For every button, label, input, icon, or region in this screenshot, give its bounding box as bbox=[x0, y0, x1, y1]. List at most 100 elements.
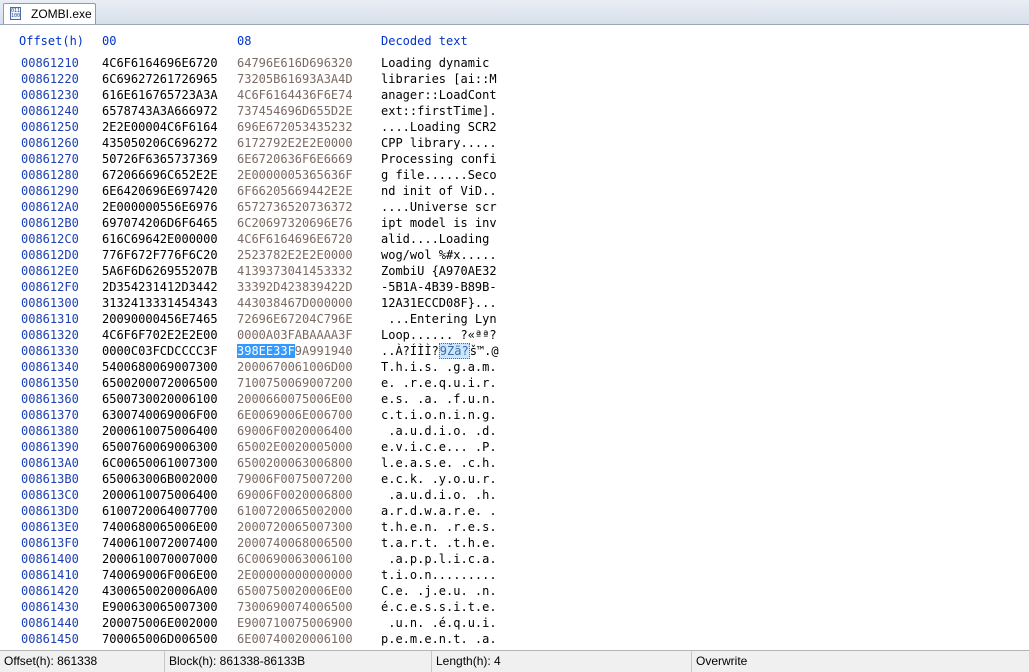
hex-bytes-00-07[interactable]: 4C6F6F702E2E2E00 bbox=[102, 327, 218, 343]
decoded-text[interactable]: 12A31ECCD08F}... bbox=[381, 295, 497, 311]
decoded-text-part[interactable]: š™.@ bbox=[470, 344, 499, 358]
hex-bytes-08-0f[interactable]: 7300690074006500 bbox=[237, 599, 353, 615]
hex-bytes-00-07[interactable]: 200075006E002000 bbox=[102, 615, 218, 631]
decoded-text[interactable]: c.t.i.o.n.i.n.g. bbox=[381, 407, 497, 423]
decoded-text[interactable]: t.a.r.t. .t.h.e. bbox=[381, 535, 497, 551]
hex-bytes-00-07[interactable]: 650063006B002000 bbox=[102, 471, 218, 487]
hex-bytes-08-0f[interactable]: 6C20697320696E76 bbox=[237, 215, 353, 231]
decoded-text[interactable]: wog/wol %#x..... bbox=[381, 247, 497, 263]
decoded-text[interactable]: anager::LoadCont bbox=[381, 87, 497, 103]
decoded-text[interactable]: alid....Loading bbox=[381, 231, 497, 247]
decoded-text[interactable]: e.v.i.c.e... .P. bbox=[381, 439, 497, 455]
hex-bytes-00-07[interactable]: 20090000456E7465 bbox=[102, 311, 218, 327]
hex-bytes-08-0f[interactable]: 6100720065002000 bbox=[237, 503, 353, 519]
hex-bytes-08-0f[interactable]: 6500750020006E00 bbox=[237, 583, 353, 599]
hex-bytes-08-0f[interactable]: 4C6F6164436F6E74 bbox=[237, 87, 353, 103]
hex-bytes-08-0f[interactable]: 6F66205669442E2E bbox=[237, 183, 353, 199]
decoded-text[interactable]: libraries [ai::M bbox=[381, 71, 497, 87]
hex-bytes-00-07[interactable]: 5A6F6D626955207B bbox=[102, 263, 218, 279]
decoded-text[interactable]: .a.u.d.i.o. .h. bbox=[381, 487, 496, 503]
hex-bytes-00-07[interactable]: 616E616765723A3A bbox=[102, 87, 218, 103]
hex-bytes-00-07[interactable]: 2000610075006400 bbox=[102, 423, 218, 439]
status-mode[interactable]: Overwrite bbox=[692, 651, 1029, 672]
decoded-text[interactable]: p.e.m.e.n.t. .a. bbox=[381, 631, 497, 647]
decoded-text[interactable]: ....Loading SCR2 bbox=[381, 119, 497, 135]
hex-bytes-00-07[interactable]: 3132413331454343 bbox=[102, 295, 218, 311]
decoded-text[interactable]: Loop...... ?«ªª? bbox=[381, 327, 497, 343]
hex-bytes-08-0f[interactable]: 6E00740020006100 bbox=[237, 631, 353, 647]
hex-bytes-08-0f[interactable]: 737454696D655D2E bbox=[237, 103, 353, 119]
selected-decoded-text[interactable]: 9Žã? bbox=[438, 343, 470, 359]
hex-bytes-00-07[interactable]: E900630065007300 bbox=[102, 599, 218, 615]
hex-bytes-00-07[interactable]: 616C69642E000000 bbox=[102, 231, 218, 247]
decoded-text[interactable]: ext::firstTime]. bbox=[381, 103, 497, 119]
decoded-text[interactable]: t.h.e.n. .r.e.s. bbox=[381, 519, 497, 535]
hex-bytes-00-07[interactable]: 6C69627261726965 bbox=[102, 71, 218, 87]
hex-bytes-08-0f[interactable]: 6172792E2E2E0000 bbox=[237, 135, 353, 151]
hex-bytes-00-07[interactable]: 6300740069006F00 bbox=[102, 407, 218, 423]
decoded-text[interactable]: .a.p.p.l.i.c.a. bbox=[381, 551, 496, 567]
hex-bytes-00-07[interactable]: 0000C03FCDCCCC3F bbox=[102, 343, 218, 359]
hex-bytes-08-0f[interactable]: 4C6F6164696E6720 bbox=[237, 231, 353, 247]
hex-bytes-00-07[interactable]: 697074206D6F6465 bbox=[102, 215, 218, 231]
decoded-text[interactable]: .a.u.d.i.o. .d. bbox=[381, 423, 496, 439]
decoded-text[interactable]: ipt model is inv bbox=[381, 215, 497, 231]
hex-bytes-08-0f[interactable]: 2E00000000000000 bbox=[237, 567, 353, 583]
decoded-text[interactable]: a.r.d.w.a.r.e. . bbox=[381, 503, 497, 519]
hex-bytes-00-07[interactable]: 740069006F006E00 bbox=[102, 567, 218, 583]
hex-bytes-08-0f[interactable]: 73205B61693A3A4D bbox=[237, 71, 353, 87]
hex-bytes-08-0f[interactable]: 398EE33F9A991940 bbox=[237, 343, 353, 359]
decoded-text[interactable]: ..À?ÍÌÌ?9Žã?š™.@ bbox=[381, 343, 499, 359]
hex-bytes-08-0f[interactable]: 2000670061006D00 bbox=[237, 359, 353, 375]
decoded-text[interactable]: ....Universe scr bbox=[381, 199, 497, 215]
hex-bytes-08-0f[interactable]: 69006F0020006800 bbox=[237, 487, 353, 503]
decoded-text[interactable]: t.i.o.n......... bbox=[381, 567, 497, 583]
decoded-text[interactable]: ...Entering Lyn bbox=[381, 311, 496, 327]
hex-bytes-00-07[interactable]: 700065006D006500 bbox=[102, 631, 218, 647]
hex-bytes-08-0f[interactable]: 0000A03FABAAAA3F bbox=[237, 327, 353, 343]
decoded-text[interactable]: e. .r.e.q.u.i.r. bbox=[381, 375, 497, 391]
hex-bytes-08-0f[interactable]: 79006F0075007200 bbox=[237, 471, 353, 487]
hex-bytes-08-0f[interactable]: 2000720065007300 bbox=[237, 519, 353, 535]
hex-bytes-00-07[interactable]: 2000610075006400 bbox=[102, 487, 218, 503]
hex-bytes-08-0f[interactable]: 33392D423839422D bbox=[237, 279, 353, 295]
hex-bytes-08-0f[interactable]: E900710075006900 bbox=[237, 615, 353, 631]
tab-zombi-exe[interactable]: 0110 1001 ZOMBI.exe bbox=[3, 3, 96, 24]
hex-bytes-00-07[interactable]: 6500200072006500 bbox=[102, 375, 218, 391]
decoded-text[interactable]: CPP library..... bbox=[381, 135, 497, 151]
decoded-text[interactable]: l.e.a.s.e. .c.h. bbox=[381, 455, 497, 471]
hex-bytes-08-0f[interactable]: 2000660075006E00 bbox=[237, 391, 353, 407]
hex-bytes-08-0f[interactable]: 69006F0020006400 bbox=[237, 423, 353, 439]
decoded-text[interactable]: e.s. .a. .f.u.n. bbox=[381, 391, 497, 407]
hex-bytes-00-07[interactable]: 2E000000556E6976 bbox=[102, 199, 218, 215]
hex-bytes-08-0f[interactable]: 4139373041453332 bbox=[237, 263, 353, 279]
hex-bytes-08-0f[interactable]: 696E672053435232 bbox=[237, 119, 353, 135]
hex-bytes-08-0f[interactable]: 72696E67204C796E bbox=[237, 311, 353, 327]
hex-editor[interactable]: Offset(h) 00 08 Decoded text 00861210 4C6… bbox=[0, 25, 1029, 648]
decoded-text[interactable]: T.h.i.s. .g.a.m. bbox=[381, 359, 497, 375]
decoded-text[interactable]: Loading dynamic bbox=[381, 55, 497, 71]
hex-bytes-00-07[interactable]: 2E2E00004C6F6164 bbox=[102, 119, 218, 135]
decoded-text[interactable]: nd init of ViD.. bbox=[381, 183, 497, 199]
hex-bytes-08-0f[interactable]: 2000740068006500 bbox=[237, 535, 353, 551]
selected-hex-bytes[interactable]: 398EE33F bbox=[237, 344, 295, 358]
hex-bytes-08-0f[interactable]: 2523782E2E2E0000 bbox=[237, 247, 353, 263]
hex-bytes-08-0f[interactable]: 6E0069006E006700 bbox=[237, 407, 353, 423]
hex-bytes-00-07[interactable]: 7400680065006E00 bbox=[102, 519, 218, 535]
hex-bytes-00-07[interactable]: 6500760069006300 bbox=[102, 439, 218, 455]
decoded-text[interactable]: Processing confi bbox=[381, 151, 497, 167]
decoded-text-part[interactable]: ..À?ÍÌÌ? bbox=[381, 344, 439, 358]
hex-bytes-00-07[interactable]: 6E6420696E697420 bbox=[102, 183, 218, 199]
decoded-text[interactable]: -5B1A-4B39-B89B- bbox=[381, 279, 497, 295]
hex-bytes-00-07[interactable]: 776F672F776F6C20 bbox=[102, 247, 218, 263]
hex-bytes-08-0f[interactable]: 6E6720636F6E6669 bbox=[237, 151, 353, 167]
hex-bytes-rest[interactable]: 9A991940 bbox=[295, 344, 353, 358]
hex-bytes-00-07[interactable]: 435050206C696272 bbox=[102, 135, 218, 151]
hex-bytes-00-07[interactable]: 672066696C652E2E bbox=[102, 167, 218, 183]
decoded-text[interactable]: é.c.e.s.s.i.t.e. bbox=[381, 599, 497, 615]
hex-bytes-00-07[interactable]: 4C6F6164696E6720 bbox=[102, 55, 218, 71]
hex-bytes-08-0f[interactable]: 65002E0020005000 bbox=[237, 439, 353, 455]
decoded-text[interactable]: ZombiU {A970AE32 bbox=[381, 263, 497, 279]
hex-bytes-08-0f[interactable]: 443038467D000000 bbox=[237, 295, 353, 311]
hex-bytes-08-0f[interactable]: 2E0000005365636F bbox=[237, 167, 353, 183]
